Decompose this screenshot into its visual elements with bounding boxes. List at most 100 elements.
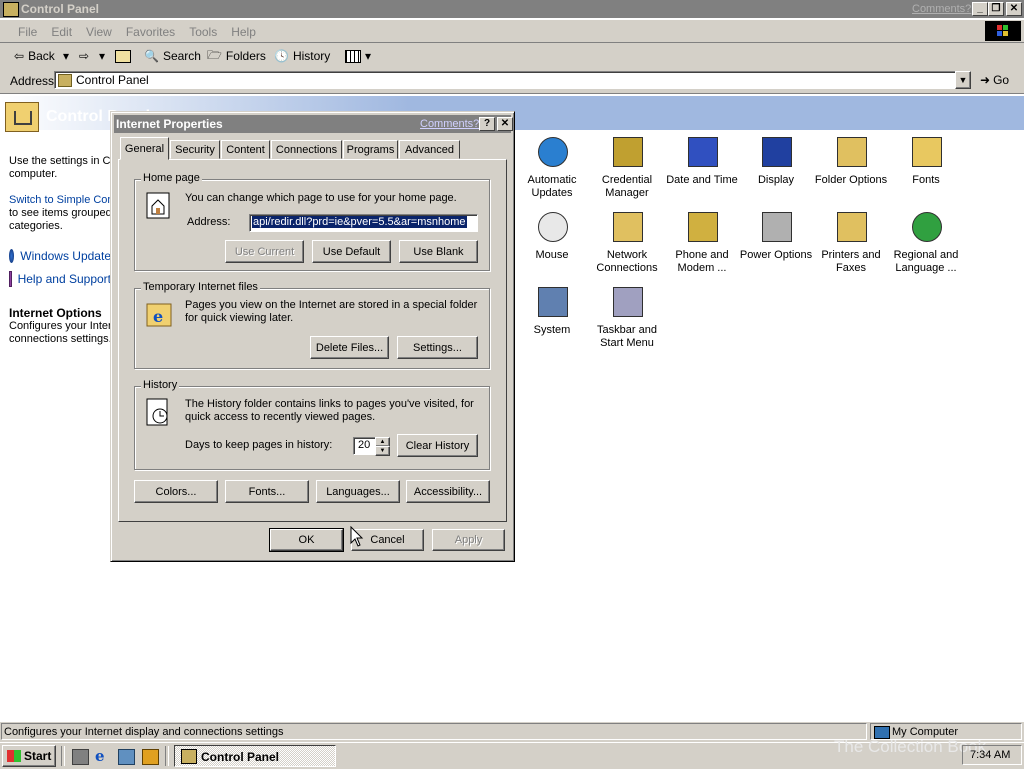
help-button[interactable]: ? <box>479 117 495 131</box>
start-button[interactable]: Start <box>2 745 56 767</box>
forward-arrow-icon: ⇨ <box>79 49 90 63</box>
temp-files-settings-button[interactable]: Settings... <box>397 336 478 359</box>
address-label: Address <box>10 74 55 88</box>
restore-button[interactable]: ❐ <box>988 2 1004 16</box>
search-icon: 🔍 <box>144 49 159 63</box>
dialog-close-button[interactable]: ✕ <box>497 117 513 131</box>
switch-view-link[interactable]: Switch to Simple Control Panel <box>9 194 111 207</box>
media-player-icon[interactable] <box>142 749 159 765</box>
icon-regional-and-language[interactable]: Regional and Language ... <box>888 209 964 275</box>
colors-button[interactable]: Colors... <box>134 480 218 503</box>
up-folder-button[interactable] <box>115 47 131 65</box>
views-icon <box>345 49 361 63</box>
days-spin-down[interactable]: ▼ <box>375 446 390 456</box>
network-folder-icon <box>610 209 644 243</box>
mouse-cursor-icon <box>350 525 364 551</box>
folders-icon: 🗁 <box>207 47 222 62</box>
icon-network-connections[interactable]: Network Connections <box>589 209 665 275</box>
comments-link[interactable]: Comments? <box>912 3 971 15</box>
forward-button[interactable]: ⇨ <box>79 47 89 65</box>
window-title-bar[interactable]: Control Panel Comments? _ ❐ ✕ <box>0 0 1024 18</box>
views-button[interactable]: ▾ <box>345 47 371 65</box>
tab-connections[interactable]: Connections <box>271 140 342 159</box>
tab-programs[interactable]: Programs <box>343 140 398 159</box>
control-panel-icon <box>58 74 72 87</box>
icon-phone-and-modem[interactable]: Phone and Modem ... <box>664 209 740 275</box>
internet-explorer-icon[interactable]: e <box>95 747 105 765</box>
internet-explorer-icon: e <box>146 300 174 328</box>
taskbar-icon <box>610 284 644 318</box>
outlook-express-icon[interactable] <box>118 749 135 765</box>
computer-icon <box>535 284 569 318</box>
icon-automatic-updates[interactable]: Automatic Updates <box>514 134 590 200</box>
tab-general[interactable]: General <box>120 137 169 160</box>
languages-button[interactable]: Languages... <box>316 480 400 503</box>
back-dropdown[interactable]: ▾ <box>63 47 69 65</box>
icon-label: Fonts <box>912 174 940 186</box>
icon-display[interactable]: Display <box>738 134 814 187</box>
clock[interactable]: 7:34 AM <box>970 749 1010 761</box>
menu-view[interactable]: View <box>86 25 112 39</box>
windows-update-link[interactable]: Windows Update <box>9 249 111 263</box>
tab-content[interactable]: Content <box>221 140 270 159</box>
icon-system[interactable]: System <box>514 284 590 337</box>
dialog-comments-link[interactable]: Comments? <box>420 118 479 130</box>
use-blank-button[interactable]: Use Blank <box>399 240 478 263</box>
history-button[interactable]: 🕓 History <box>274 47 330 65</box>
days-input[interactable]: 20 <box>353 437 376 455</box>
search-button[interactable]: 🔍 Search <box>144 47 201 65</box>
icon-power-options[interactable]: Power Options <box>738 209 814 262</box>
phone-icon <box>685 209 719 243</box>
menu-file[interactable]: File <box>18 25 37 39</box>
back-arrow-icon: ⇦ <box>14 49 25 63</box>
forward-dropdown[interactable]: ▾ <box>99 47 105 65</box>
help-support-link[interactable]: Help and Support <box>9 271 111 287</box>
icon-credential-manager[interactable]: Credential Manager <box>589 134 665 200</box>
clear-history-button[interactable]: Clear History <box>397 434 478 457</box>
menu-tools[interactable]: Tools <box>189 25 217 39</box>
icon-taskbar-and-start-menu[interactable]: Taskbar and Start Menu <box>589 284 665 350</box>
tab-security[interactable]: Security <box>170 140 220 159</box>
go-button[interactable]: ➜ Go <box>980 73 1009 87</box>
minimize-button[interactable]: _ <box>972 2 988 16</box>
back-button[interactable]: ⇦ Back <box>14 47 55 65</box>
accessibility-button[interactable]: Accessibility... <box>406 480 490 503</box>
home-address-label: Address: <box>187 216 231 228</box>
ok-button[interactable]: OK <box>269 528 344 552</box>
icon-mouse[interactable]: Mouse <box>514 209 590 262</box>
icon-fonts[interactable]: Fonts <box>888 134 964 187</box>
taskbar-control-panel-button[interactable]: Control Panel <box>174 745 336 767</box>
dialog-title-bar[interactable]: Internet Properties Comments? ? ✕ <box>114 115 513 133</box>
home-page-description: You can change which page to use for you… <box>185 192 457 204</box>
menu-favorites[interactable]: Favorites <box>126 25 175 39</box>
use-current-button[interactable]: Use Current <box>225 240 304 263</box>
address-bar: Address Control Panel ▼ ➜ Go <box>0 69 1024 94</box>
section-description: Configures your Internet display and con… <box>9 320 111 345</box>
delete-files-button[interactable]: Delete Files... <box>310 336 389 359</box>
control-panel-icon <box>181 749 197 764</box>
icon-date-and-time[interactable]: Date and Time <box>664 134 740 187</box>
show-desktop-icon[interactable] <box>72 749 89 765</box>
use-default-button[interactable]: Use Default <box>312 240 391 263</box>
icon-folder-options[interactable]: Folder Options <box>813 134 889 187</box>
section-title: Internet Options <box>9 306 102 320</box>
help-book-icon <box>9 271 12 287</box>
address-dropdown-button[interactable]: ▼ <box>955 71 971 89</box>
icon-label: Power Options <box>739 249 813 261</box>
control-panel-icon <box>3 2 19 17</box>
icon-printers-and-faxes[interactable]: Printers and Faxes <box>813 209 889 275</box>
folders-button[interactable]: 🗁 Folders <box>207 47 266 65</box>
up-folder-icon <box>115 49 131 63</box>
icon-label: Folder Options <box>814 174 888 186</box>
monitor-icon <box>759 134 793 168</box>
fonts-button[interactable]: Fonts... <box>225 480 309 503</box>
home-page-address-input[interactable]: api/redir.dll?prd=ie&pver=5.5&ar=msnhome <box>249 214 478 232</box>
icon-label: Regional and Language ... <box>893 249 959 274</box>
apply-button[interactable]: Apply <box>432 529 505 551</box>
address-input[interactable]: Control Panel <box>54 71 960 89</box>
close-button[interactable]: ✕ <box>1006 2 1022 16</box>
temp-files-group-label: Temporary Internet files <box>141 281 260 293</box>
menu-help[interactable]: Help <box>231 25 256 39</box>
menu-edit[interactable]: Edit <box>51 25 72 39</box>
tab-advanced[interactable]: Advanced <box>399 140 460 159</box>
